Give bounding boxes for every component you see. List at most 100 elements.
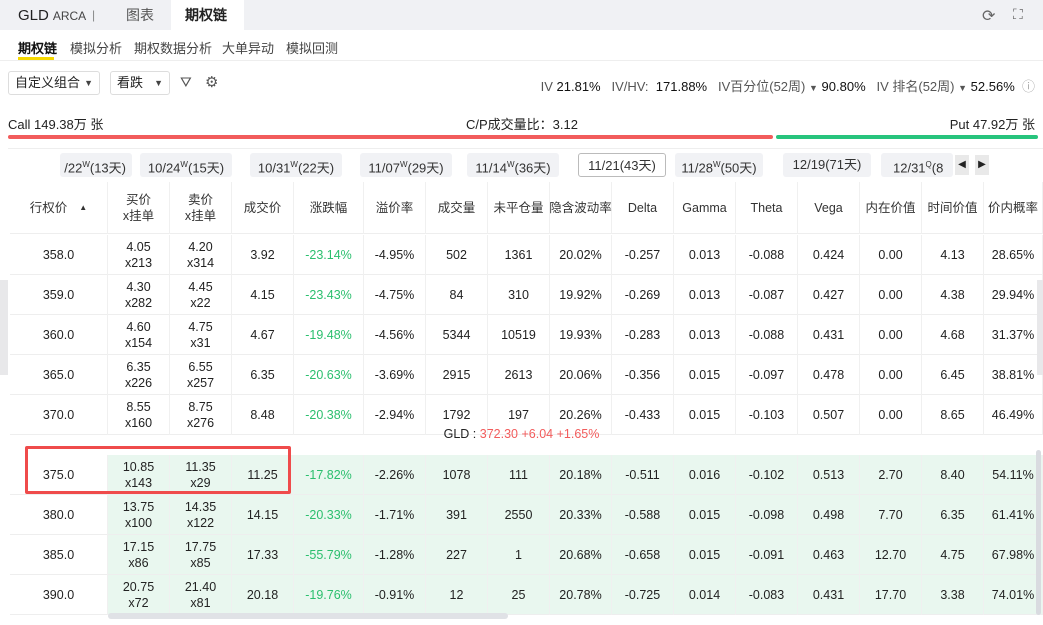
sort-icon[interactable]: ▲: [79, 200, 87, 216]
cell-change: -20.33%: [294, 495, 364, 535]
cell-itm-prob: 29.94%: [984, 275, 1043, 315]
table-row[interactable]: 358.0 4.05 x213 4.20 x314 3.92 -23.14% -4.95%…: [10, 235, 1043, 275]
cell-volume: 84: [426, 275, 488, 315]
subnav-backtest[interactable]: 模拟回测: [286, 38, 338, 57]
gear-icon[interactable]: ⚙: [205, 73, 218, 91]
expiration-tab[interactable]: 11/28W(50天): [675, 153, 763, 177]
cell-strike[interactable]: 358.0: [10, 235, 108, 275]
expiration-date: 10/24: [147, 160, 181, 176]
refresh-icon[interactable]: ⟳: [982, 6, 995, 26]
expiration-tab[interactable]: 11/14W(36天): [467, 153, 559, 177]
underlying-label: GLD :: [443, 427, 477, 441]
caret-down-icon[interactable]: ▼: [958, 83, 967, 93]
cell-bid[interactable]: 4.05 x213: [108, 235, 170, 275]
expiration-date: /22: [64, 160, 83, 176]
tab-chart[interactable]: 图表: [112, 0, 168, 30]
right-collapse-handle[interactable]: [1037, 280, 1043, 375]
column-header-volume[interactable]: 成交量: [426, 182, 488, 234]
cell-strike[interactable]: 359.0: [10, 275, 108, 315]
column-header-gamma[interactable]: Gamma: [674, 182, 736, 234]
subnav-data-analysis[interactable]: 期权数据分析: [134, 38, 212, 57]
cell-bid[interactable]: 4.30 x282: [108, 275, 170, 315]
expiration-tab[interactable]: 10/24W(15天): [140, 153, 232, 177]
cell-bid[interactable]: 13.75 x100: [108, 495, 170, 535]
column-header-open-interest[interactable]: 未平仓量: [488, 182, 550, 234]
column-header-theta[interactable]: Theta: [736, 182, 798, 234]
cell-ask[interactable]: 17.75 x85: [170, 535, 232, 575]
expiration-date: 10/31: [257, 160, 291, 176]
column-header-delta[interactable]: Delta: [612, 182, 674, 234]
table-row[interactable]: 365.0 6.35 x226 6.55 x257 6.35 -20.63% -3.69%…: [10, 355, 1043, 395]
fullscreen-icon[interactable]: ⛶: [1013, 6, 1023, 23]
column-header-label: 行权价: [29, 201, 68, 215]
iv-label: IV: [540, 79, 553, 94]
cell-ask[interactable]: 4.45 x22: [170, 275, 232, 315]
column-header-vega[interactable]: Vega: [798, 182, 860, 234]
column-header-bid[interactable]: 买价 x挂单: [108, 182, 170, 234]
prev-arrow-icon[interactable]: ◀: [955, 155, 969, 175]
cell-implied-vol: 20.18%: [550, 455, 612, 495]
table-row[interactable]: 360.0 4.60 x154 4.75 x31 4.67 -19.48% -4.56% 5…: [10, 315, 1043, 355]
expiration-tab[interactable]: 11/21(43天): [578, 153, 666, 177]
subnav-simulation[interactable]: 模拟分析: [70, 38, 122, 57]
expiration-type: W: [712, 160, 721, 169]
cell-intrinsic: 0.00: [860, 355, 922, 395]
cell-bid[interactable]: 4.60 x154: [108, 315, 170, 355]
column-header-time-value[interactable]: 时间价值: [922, 182, 984, 234]
cell-bid[interactable]: 6.35 x226: [108, 355, 170, 395]
vertical-scrollbar[interactable]: [1036, 450, 1041, 615]
table-row[interactable]: 380.0 13.75 x100 14.35 x122 14.15 -20.33% -1.…: [10, 495, 1043, 535]
column-header-last[interactable]: 成交价: [232, 182, 294, 234]
table-row[interactable]: 359.0 4.30 x282 4.45 x22 4.15 -23.43% -4.75% 8…: [10, 275, 1043, 315]
cell-strike[interactable]: 360.0: [10, 315, 108, 355]
cell-ask[interactable]: 14.35 x122: [170, 495, 232, 535]
cell-ask[interactable]: 21.40 x81: [170, 575, 232, 615]
column-header-label: 价内概率: [987, 201, 1038, 215]
left-collapse-handle[interactable]: [0, 280, 8, 375]
column-header-implied-vol[interactable]: 隐含波动率: [549, 182, 612, 234]
cell-strike[interactable]: 385.0: [10, 535, 108, 575]
iv-rank-label[interactable]: IV 排名(52周): [876, 79, 954, 94]
subnav-option-chain[interactable]: 期权链: [18, 38, 57, 57]
column-header-itm-prob[interactable]: 价内概率: [984, 182, 1043, 234]
subnav-unusual-activity[interactable]: 大单异动: [222, 38, 274, 57]
expiration-tab[interactable]: 11/07W(29天): [360, 153, 452, 177]
column-header-strike[interactable]: 行权价 ▲: [10, 182, 108, 234]
filter-icon[interactable]: ⛛: [180, 74, 192, 91]
table-row[interactable]: 390.0 20.75 x72 21.40 x81 20.18 -19.76% -0.91…: [10, 575, 1043, 615]
cell-ask[interactable]: 4.20 x314: [170, 235, 232, 275]
combo-select[interactable]: 自定义组合 ▼: [8, 71, 100, 95]
cell-strike[interactable]: 390.0: [10, 575, 108, 615]
expiration-tab[interactable]: 12/19(71天): [783, 153, 871, 177]
cell-bid[interactable]: 17.15 x86: [108, 535, 170, 575]
cell-ask[interactable]: 6.55 x257: [170, 355, 232, 395]
expiration-days: (29天): [407, 160, 444, 176]
column-header-ask[interactable]: 卖价 x挂单: [170, 182, 232, 234]
iv-value: 21.81%: [556, 79, 601, 94]
table-row[interactable]: 385.0 17.15 x86 17.75 x85 17.33 -55.79% -1.28…: [10, 535, 1043, 575]
column-header-label: 涨跌幅: [309, 201, 348, 215]
next-arrow-icon[interactable]: ▶: [975, 155, 989, 175]
column-header-label: 内在价值: [865, 201, 916, 215]
cell-strike[interactable]: 365.0: [10, 355, 108, 395]
cell-ask[interactable]: 4.75 x31: [170, 315, 232, 355]
put-volume-bar: [776, 135, 1038, 139]
column-header-label: 成交价: [243, 201, 282, 215]
expiration-tab[interactable]: /22W(13天): [60, 153, 132, 177]
cell-intrinsic: 12.70: [860, 535, 922, 575]
column-header-intrinsic[interactable]: 内在价值: [860, 182, 922, 234]
horizontal-scrollbar[interactable]: [108, 613, 508, 619]
direction-select[interactable]: 看跌 ▼: [110, 71, 170, 95]
info-icon[interactable]: ⓘ: [1022, 79, 1035, 94]
iv-percentile-label[interactable]: IV百分位(52周): [718, 79, 805, 94]
cell-bid[interactable]: 20.75 x72: [108, 575, 170, 615]
divider: [8, 148, 1043, 149]
column-header-change[interactable]: 涨跌幅: [294, 182, 364, 234]
column-header-premium[interactable]: 溢价率: [364, 182, 426, 234]
tab-option-chain[interactable]: 期权链: [171, 0, 244, 30]
expiration-tab[interactable]: 12/31Q(8: [881, 153, 953, 177]
cell-strike[interactable]: 380.0: [10, 495, 108, 535]
expiration-tab[interactable]: 10/31W(22天): [250, 153, 342, 177]
caret-down-icon[interactable]: ▼: [809, 83, 818, 93]
cell-volume: 5344: [426, 315, 488, 355]
